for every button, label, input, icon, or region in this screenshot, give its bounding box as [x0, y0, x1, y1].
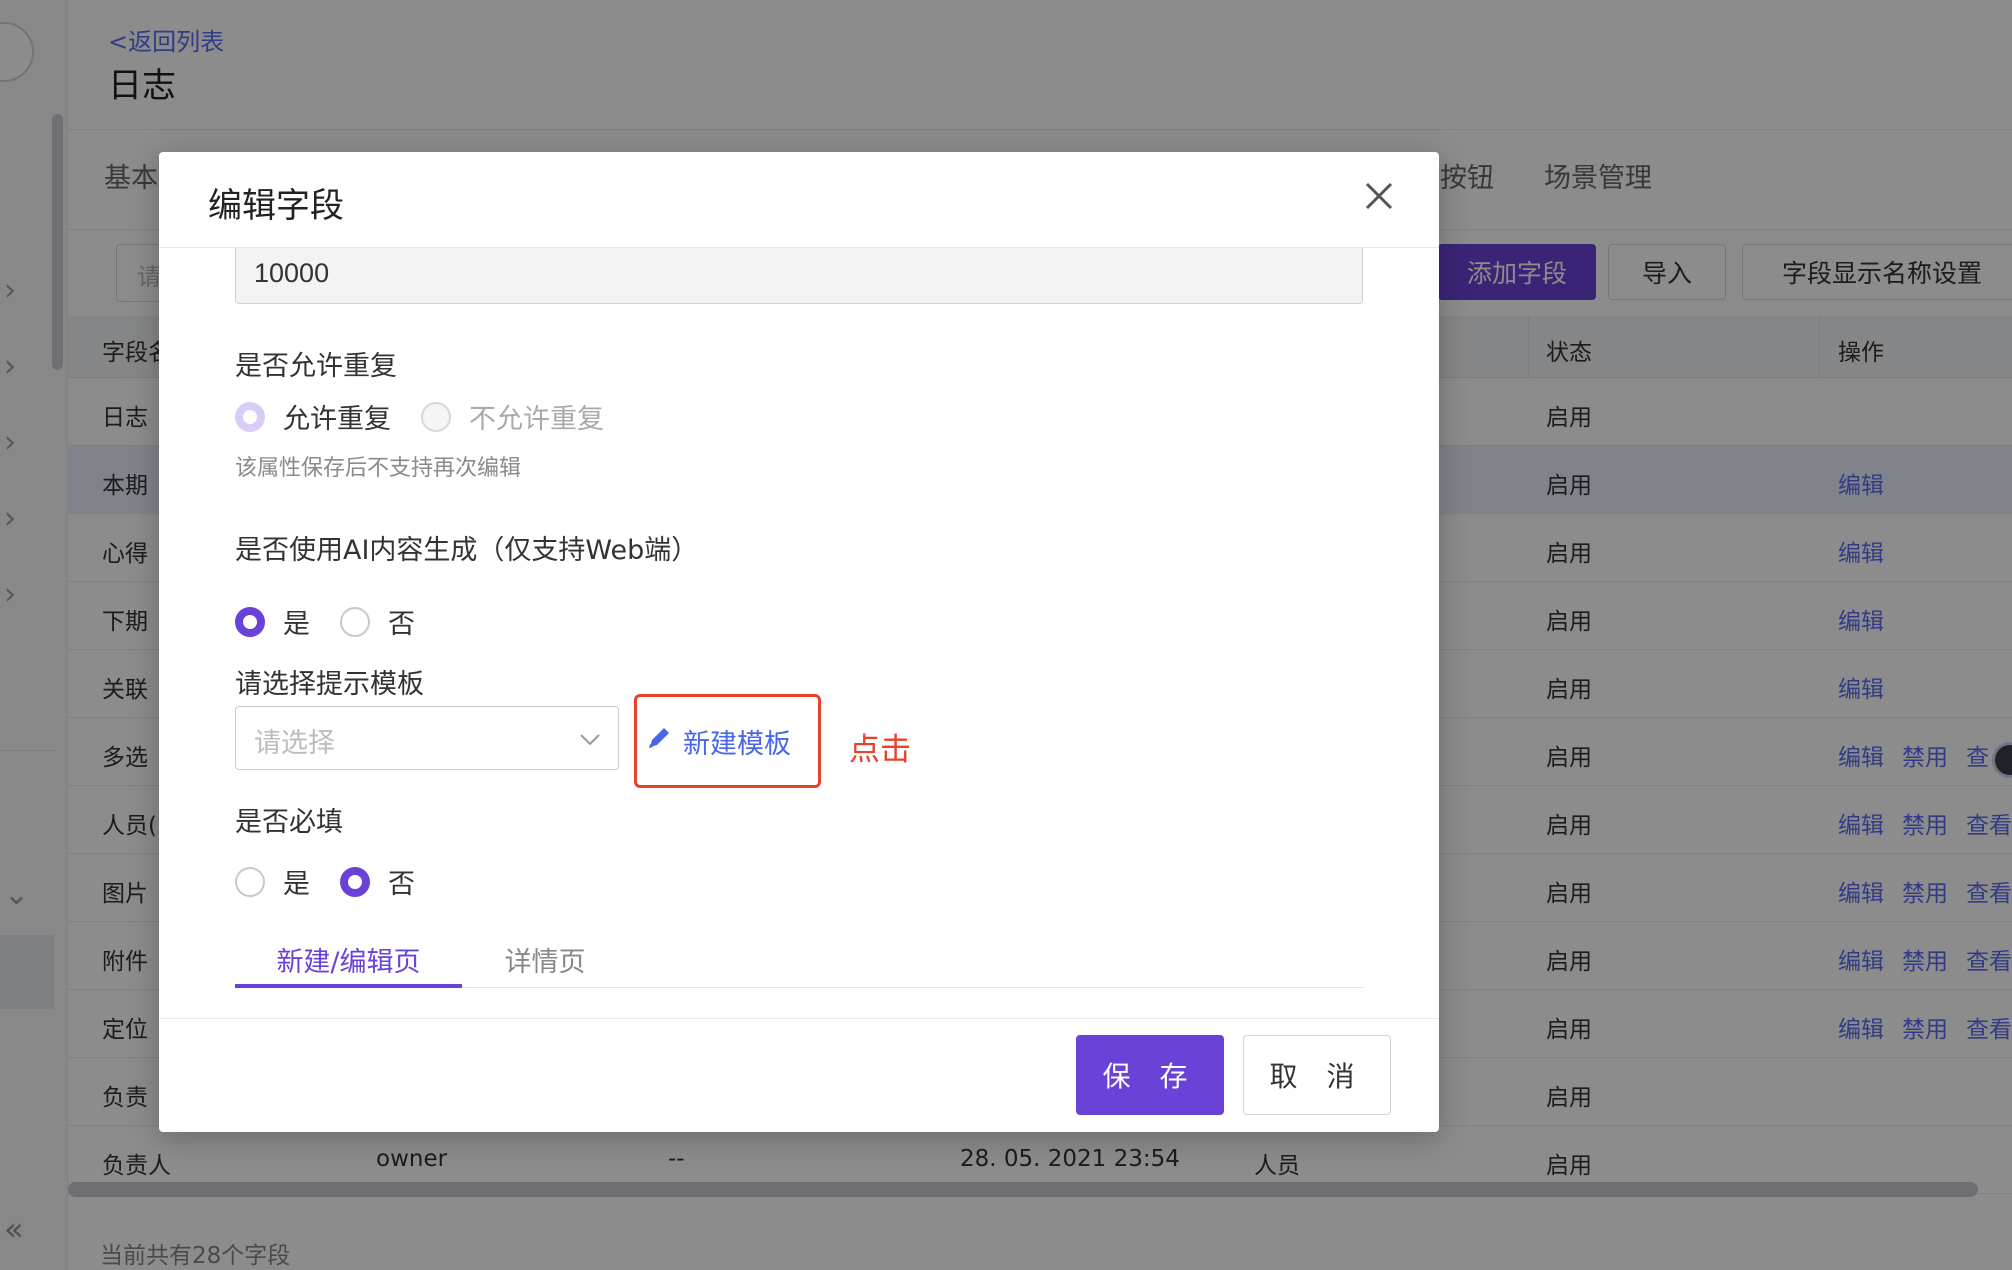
new-template-button[interactable]: 新建模板 — [634, 694, 821, 788]
tab-create-edit-page[interactable]: 新建/编辑页 — [235, 940, 462, 988]
radio-label: 允许重复 — [283, 404, 391, 435]
dialog-footer: 保 存 取 消 — [159, 1018, 1439, 1132]
radio-circle — [340, 866, 370, 897]
radio-circle — [235, 866, 265, 897]
ai-generate-label: 是否使用AI内容生成（仅支持Web端） — [235, 535, 699, 566]
radio-label: 是 — [283, 869, 310, 900]
radio-required-no[interactable]: 否 — [340, 862, 415, 901]
click-annotation: 点击 — [849, 732, 911, 768]
ai-generate-radio-group: 是 否 — [235, 602, 445, 641]
allow-duplicate-radio-group: 允许重复 不允许重复 — [235, 397, 634, 436]
radio-circle — [235, 606, 265, 637]
close-icon[interactable] — [1357, 174, 1401, 218]
layout-tabs: 新建/编辑页 详情页 — [235, 940, 1363, 988]
pencil-icon — [645, 724, 673, 758]
new-template-label: 新建模板 — [683, 728, 791, 760]
radio-required-yes[interactable]: 是 — [235, 862, 310, 901]
cancel-button[interactable]: 取 消 — [1243, 1035, 1391, 1115]
template-select[interactable]: 请选择 — [235, 706, 619, 770]
radio-label: 是 — [283, 609, 310, 640]
required-label: 是否必填 — [235, 807, 343, 838]
dialog-header: 编辑字段 — [159, 152, 1439, 248]
radio-circle — [340, 606, 370, 637]
radio-ai-no[interactable]: 否 — [340, 602, 415, 641]
radio-circle — [421, 401, 451, 432]
radio-label: 不允许重复 — [469, 404, 604, 435]
radio-allow-duplicate[interactable]: 允许重复 — [235, 397, 391, 436]
allow-duplicate-hint: 该属性保存后不支持再次编辑 — [235, 456, 522, 481]
chevron-down-icon — [578, 727, 602, 758]
allow-duplicate-label: 是否允许重复 — [235, 351, 397, 382]
dialog-title: 编辑字段 — [208, 186, 344, 226]
required-radio-group: 是 否 — [235, 862, 445, 901]
select-placeholder: 请选择 — [254, 728, 335, 759]
radio-disallow-duplicate[interactable]: 不允许重复 — [421, 397, 604, 436]
number-start-input[interactable]: 10000 — [235, 248, 1363, 304]
template-label: 请选择提示模板 — [235, 669, 424, 700]
tab-detail-page[interactable]: 详情页 — [475, 940, 615, 988]
edit-field-dialog: 编辑字段 10000 是否允许重复 允许重复 不允许重复 该属性保存后不支持再次… — [159, 152, 1439, 1132]
radio-label: 否 — [388, 869, 415, 900]
save-button[interactable]: 保 存 — [1076, 1035, 1224, 1115]
radio-circle — [235, 401, 265, 432]
radio-label: 否 — [388, 609, 415, 640]
radio-ai-yes[interactable]: 是 — [235, 602, 310, 641]
